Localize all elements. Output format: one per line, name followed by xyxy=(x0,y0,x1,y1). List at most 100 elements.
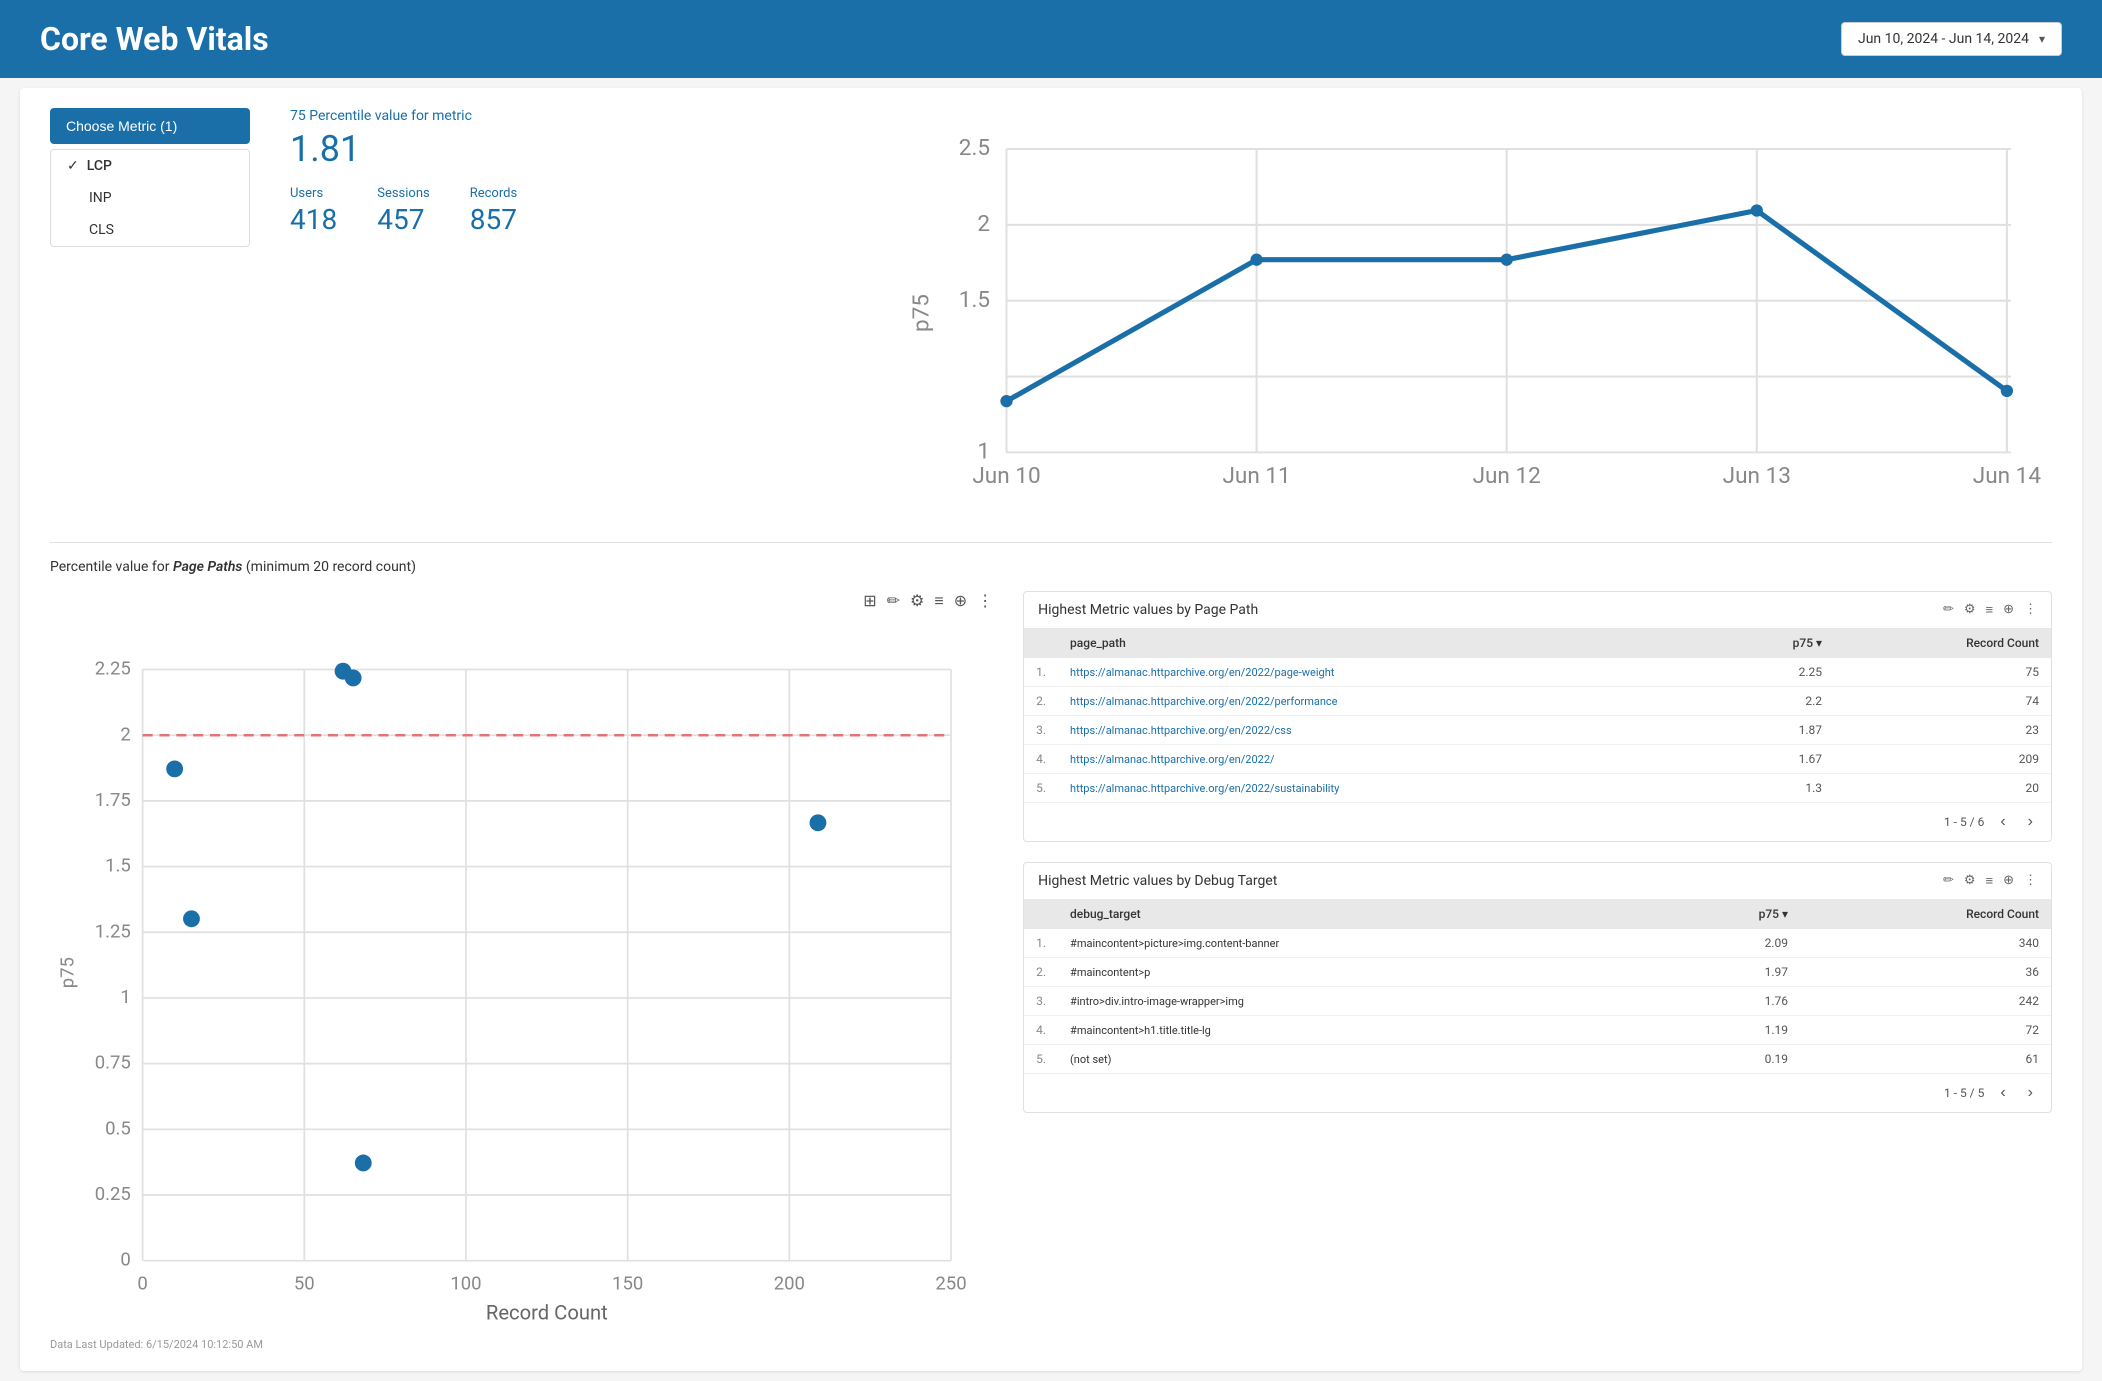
metric-panel: Choose Metric (1) ✓ LCP INP CLS xyxy=(50,108,250,522)
users-stat: Users 418 xyxy=(290,186,337,236)
records-stat: Records 857 xyxy=(470,186,517,236)
users-value: 418 xyxy=(290,203,337,236)
svg-text:1.5: 1.5 xyxy=(105,855,131,877)
svg-text:Jun 11: Jun 11 xyxy=(1222,462,1290,489)
filter-icon[interactable]: ≡ xyxy=(1986,602,1994,618)
col-record-count: Record Count xyxy=(1800,899,2051,929)
pencil-icon[interactable]: ✏ xyxy=(1943,873,1954,889)
page-title: Core Web Vitals xyxy=(40,20,269,58)
scatter-point xyxy=(166,760,183,777)
charts-tables-row: ⊞ ✏ ⚙ ≡ ⊕ ⋮ xyxy=(50,591,2052,1330)
count-cell: 209 xyxy=(1834,745,2051,774)
row-num: 1. xyxy=(1024,658,1058,687)
scatter-toolbar: ⊞ ✏ ⚙ ≡ ⊕ ⋮ xyxy=(50,591,993,611)
page-paths-table-header: Highest Metric values by Page Path ✏ ⚙ ≡… xyxy=(1024,592,2051,628)
more-icon[interactable]: ⋮ xyxy=(977,591,993,611)
table-row: 2. #maincontent>p 1.97 36 xyxy=(1024,958,2051,987)
svg-text:2.25: 2.25 xyxy=(95,658,131,680)
main-content: Choose Metric (1) ✓ LCP INP CLS 75 Perce… xyxy=(20,88,2082,1371)
metric-option-inp[interactable]: INP xyxy=(51,182,249,214)
col-page-path: page_path xyxy=(1058,628,1714,658)
search-icon[interactable]: ⊕ xyxy=(2003,873,2014,889)
row-num: 5. xyxy=(1024,774,1058,803)
svg-text:1.25: 1.25 xyxy=(95,920,131,942)
page-header: Core Web Vitals Jun 10, 2024 - Jun 14, 2… xyxy=(0,0,2102,78)
data-point xyxy=(2001,385,2013,397)
sliders-icon[interactable]: ⚙ xyxy=(1964,602,1976,618)
svg-text:Jun 13: Jun 13 xyxy=(1723,462,1791,489)
table-row: 1. #maincontent>picture>img.content-bann… xyxy=(1024,929,2051,958)
sliders-icon[interactable]: ⚙ xyxy=(1964,873,1976,889)
p75-cell: 1.19 xyxy=(1662,1016,1800,1045)
debug-target-table-card: Highest Metric values by Debug Target ✏ … xyxy=(1023,862,2052,1113)
percentile-label: 75 Percentile value for metric xyxy=(290,108,864,124)
metric-option-lcp[interactable]: ✓ LCP xyxy=(51,150,249,182)
search-icon[interactable]: ⊕ xyxy=(954,591,967,611)
data-point xyxy=(1751,204,1763,216)
more-icon[interactable]: ⋮ xyxy=(2024,602,2037,618)
page-paths-pagination: 1 - 5 / 6 ‹ › xyxy=(1024,803,2051,841)
p75-cell: 2.2 xyxy=(1715,687,1835,716)
more-icon[interactable]: ⋮ xyxy=(2024,873,2037,889)
p75-cell: 1.76 xyxy=(1662,987,1800,1016)
target-cell: (not set) xyxy=(1058,1045,1662,1074)
page-paths-table-title: Highest Metric values by Page Path xyxy=(1038,602,1258,618)
filter-icon[interactable]: ≡ xyxy=(934,591,943,611)
footer-text: Data Last Updated: 6/15/2024 10:12:50 AM xyxy=(50,1330,2052,1351)
svg-text:150: 150 xyxy=(612,1272,643,1294)
row-num: 3. xyxy=(1024,716,1058,745)
svg-text:Record Count: Record Count xyxy=(486,1301,608,1325)
data-point xyxy=(1000,395,1012,407)
svg-text:2.5: 2.5 xyxy=(959,134,990,161)
svg-text:2: 2 xyxy=(977,210,990,237)
svg-text:Jun 14: Jun 14 xyxy=(1973,462,2042,489)
metric-label-cls: CLS xyxy=(89,222,114,238)
select-icon[interactable]: ⊞ xyxy=(863,591,876,611)
pencil-icon[interactable]: ✏ xyxy=(887,591,900,611)
row-num: 2. xyxy=(1024,687,1058,716)
svg-text:Jun 10: Jun 10 xyxy=(972,462,1040,489)
pencil-icon[interactable]: ✏ xyxy=(1943,602,1954,618)
scatter-section: ⊞ ✏ ⚙ ≡ ⊕ ⋮ xyxy=(50,591,993,1330)
top-section: Choose Metric (1) ✓ LCP INP CLS 75 Perce… xyxy=(50,108,2052,522)
pagination-prev[interactable]: ‹ xyxy=(1994,811,2011,833)
line-chart: 2.5 2 1.5 1 p75 Jun 10 Jun 11 Jun 12 Jun… xyxy=(904,108,2052,518)
pagination-next[interactable]: › xyxy=(2022,1082,2039,1104)
count-cell: 242 xyxy=(1800,987,2051,1016)
table-header-row: debug_target p75 ▾ Record Count xyxy=(1024,899,2051,929)
sliders-icon[interactable]: ⚙ xyxy=(910,591,924,611)
scatter-chart: 2.25 2 1.75 1.5 1.25 1 0.75 0.5 0.25 0 p… xyxy=(50,619,993,1326)
section-title: Percentile value for Page Paths (minimum… xyxy=(50,559,2052,575)
section-title-em: Page Paths xyxy=(173,559,242,575)
path-cell: https://almanac.httparchive.org/en/2022/ xyxy=(1058,745,1714,774)
target-cell: #maincontent>h1.title.title-lg xyxy=(1058,1016,1662,1045)
count-cell: 23 xyxy=(1834,716,2051,745)
svg-text:2: 2 xyxy=(120,723,130,745)
debug-target-table-icons: ✏ ⚙ ≡ ⊕ ⋮ xyxy=(1943,873,2037,889)
table-row: 2. https://almanac.httparchive.org/en/20… xyxy=(1024,687,2051,716)
debug-target-table-header: Highest Metric values by Debug Target ✏ … xyxy=(1024,863,2051,899)
scatter-point xyxy=(183,910,200,927)
metric-option-cls[interactable]: CLS xyxy=(51,214,249,246)
sessions-label: Sessions xyxy=(377,186,430,201)
count-cell: 20 xyxy=(1834,774,2051,803)
filter-icon[interactable]: ≡ xyxy=(1986,873,1994,889)
table-row: 5. https://almanac.httparchive.org/en/20… xyxy=(1024,774,2051,803)
debug-target-table-title: Highest Metric values by Debug Target xyxy=(1038,873,1277,889)
users-label: Users xyxy=(290,186,337,201)
count-cell: 75 xyxy=(1834,658,2051,687)
tables-section: Highest Metric values by Page Path ✏ ⚙ ≡… xyxy=(1023,591,2052,1330)
svg-text:200: 200 xyxy=(774,1272,805,1294)
col-debug-target: debug_target xyxy=(1058,899,1662,929)
svg-text:1.75: 1.75 xyxy=(95,789,131,811)
choose-metric-button[interactable]: Choose Metric (1) xyxy=(50,108,250,144)
pagination-prev[interactable]: ‹ xyxy=(1994,1082,2011,1104)
pagination-next[interactable]: › xyxy=(2022,811,2039,833)
date-range-picker[interactable]: Jun 10, 2024 - Jun 14, 2024 ▾ xyxy=(1841,22,2062,56)
search-icon[interactable]: ⊕ xyxy=(2003,602,2014,618)
count-cell: 72 xyxy=(1800,1016,2051,1045)
records-label: Records xyxy=(470,186,517,201)
metric-label-inp: INP xyxy=(89,190,112,206)
path-cell: https://almanac.httparchive.org/en/2022/… xyxy=(1058,716,1714,745)
row-num: 4. xyxy=(1024,745,1058,774)
